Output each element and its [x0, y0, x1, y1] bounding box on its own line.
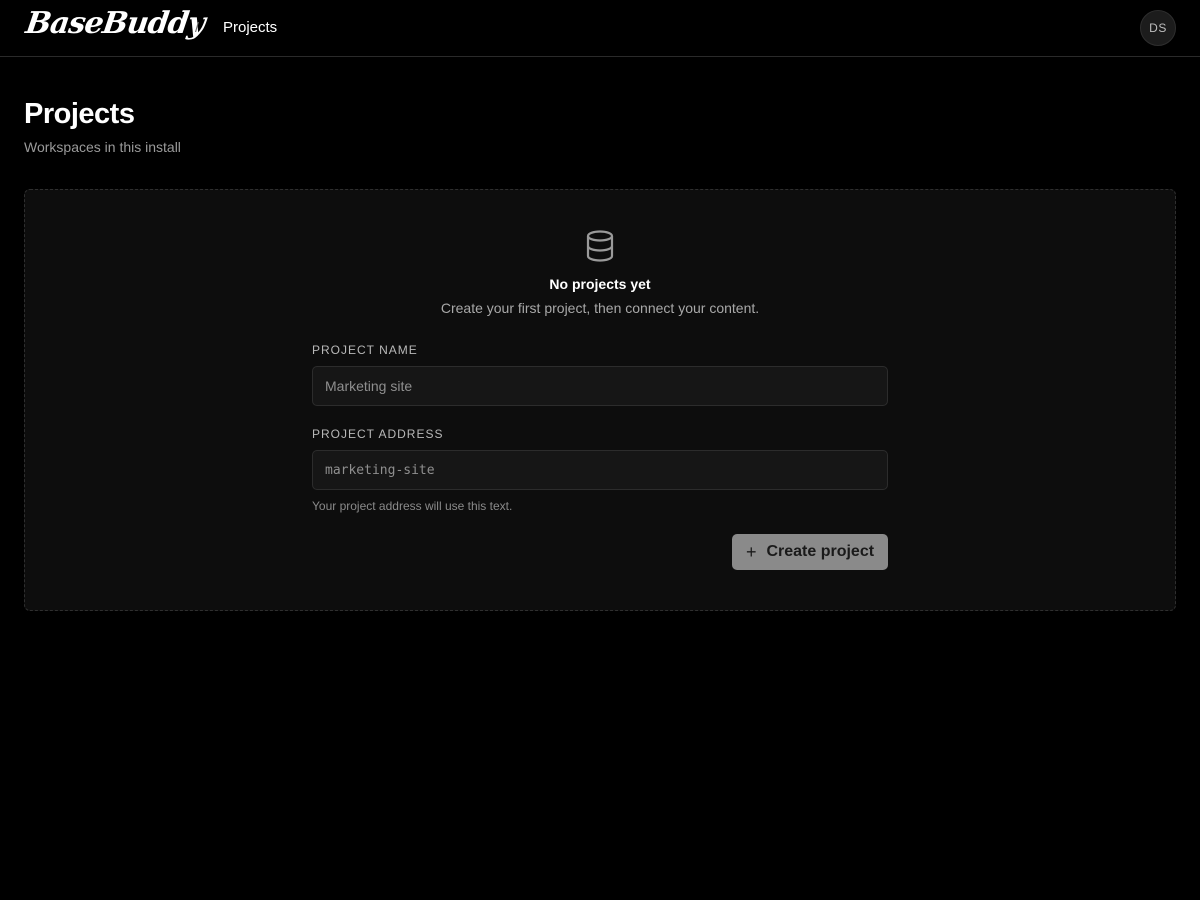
avatar[interactable]: DS	[1140, 10, 1176, 46]
create-project-label: Create project	[766, 543, 875, 560]
logo[interactable]: BaseBuddy	[24, 6, 207, 41]
top-bar: BaseBuddy / Projects DS	[0, 0, 1200, 57]
project-address-label: PROJECT ADDRESS	[312, 427, 444, 441]
page-subtitle: Workspaces in this install	[24, 139, 181, 155]
page-title: Projects	[24, 98, 135, 130]
empty-state-description: Create your first project, then connect …	[440, 300, 760, 316]
project-name-input[interactable]: Marketing site	[312, 366, 888, 406]
empty-state-title: No projects yet	[549, 276, 651, 292]
project-address-input[interactable]: marketing-site	[312, 450, 888, 490]
empty-state-panel: No projects yet Create your first projec…	[24, 189, 1176, 611]
breadcrumb-current[interactable]: Projects	[223, 19, 277, 36]
breadcrumb-separator: /	[195, 19, 199, 35]
plus-icon: +	[745, 542, 757, 562]
create-project-button[interactable]: + Create project	[732, 534, 888, 570]
database-icon	[586, 230, 614, 262]
project-name-label: PROJECT NAME	[312, 343, 418, 357]
project-address-hint: Your project address will use this text.	[312, 499, 513, 513]
